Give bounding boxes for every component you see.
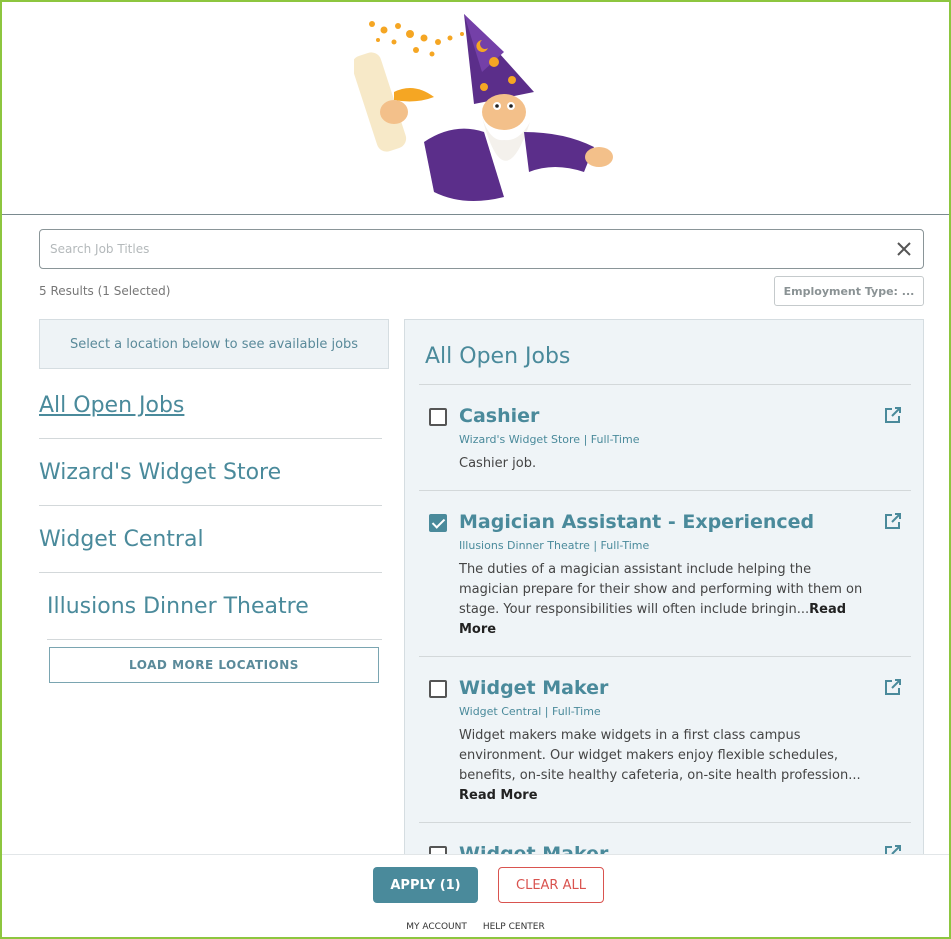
header [2, 2, 949, 215]
read-more-link[interactable]: Read More [459, 788, 538, 803]
external-link-icon[interactable] [883, 405, 903, 425]
location-item-illusions-dinner-theatre[interactable]: Illusions Dinner Theatre [47, 573, 382, 640]
help-center-link[interactable]: HELP CENTER [483, 922, 545, 932]
location-item-wizards-widget-store[interactable]: Wizard's Widget Store [39, 439, 382, 506]
job-title[interactable]: Widget Maker [459, 677, 911, 699]
location-hint: Select a location below to see available… [39, 319, 389, 369]
footer-bar: APPLY (1) CLEAR ALL MY ACCOUNT HELP CENT… [2, 854, 949, 937]
job-description: The duties of a magician assistant inclu… [459, 560, 911, 640]
clear-all-button[interactable]: CLEAR ALL [498, 867, 604, 903]
external-link-icon[interactable] [883, 511, 903, 531]
job-meta: Illusions Dinner Theatre | Full-Time [459, 539, 650, 552]
location-item-all-open-jobs[interactable]: All Open Jobs [39, 372, 382, 439]
jobs-list: Cashier Wizard's Widget Store | Full-Tim… [419, 384, 911, 878]
job-title[interactable]: Magician Assistant - Experienced [459, 511, 911, 533]
job-description: Widget makers make widgets in a first cl… [459, 726, 911, 806]
job-description: Cashier job. [459, 454, 911, 474]
jobs-panel: All Open Jobs Cashier Wizard's Widget St… [404, 319, 924, 879]
job-checkbox[interactable] [429, 408, 447, 426]
close-icon[interactable] [895, 240, 913, 258]
job-item: Widget Maker Widget Central | Full-Time … [419, 657, 911, 823]
app-frame: 5 Results (1 Selected) Employment Type: … [0, 0, 951, 939]
location-list: All Open Jobs Wizard's Widget Store Widg… [39, 372, 382, 640]
employment-type-filter-button[interactable]: Employment Type: ... [774, 276, 924, 306]
apply-button[interactable]: APPLY (1) [373, 867, 478, 903]
load-more-locations-button[interactable]: LOAD MORE LOCATIONS [49, 647, 379, 683]
wizard-logo [354, 14, 613, 201]
job-checkbox[interactable] [429, 680, 447, 698]
job-description-text: Widget makers make widgets in a first cl… [459, 728, 861, 783]
job-checkbox[interactable] [429, 514, 447, 532]
job-item: Cashier Wizard's Widget Store | Full-Tim… [419, 385, 911, 491]
job-item: Magician Assistant - Experienced Illusio… [419, 491, 911, 657]
location-item-widget-central[interactable]: Widget Central [39, 506, 382, 573]
search-input[interactable] [50, 230, 870, 268]
job-title[interactable]: Cashier [459, 405, 911, 427]
search-box [39, 229, 924, 269]
my-account-link[interactable]: MY ACCOUNT [406, 922, 467, 932]
job-meta: Wizard's Widget Store | Full-Time [459, 433, 640, 446]
job-meta: Widget Central | Full-Time [459, 705, 601, 718]
footer-links: MY ACCOUNT HELP CENTER [2, 922, 949, 932]
job-description-text: The duties of a magician assistant inclu… [459, 562, 863, 617]
results-count: 5 Results (1 Selected) [39, 284, 171, 298]
external-link-icon[interactable] [883, 677, 903, 697]
jobs-title: All Open Jobs [425, 344, 571, 369]
job-description-text: Cashier job. [459, 456, 537, 471]
